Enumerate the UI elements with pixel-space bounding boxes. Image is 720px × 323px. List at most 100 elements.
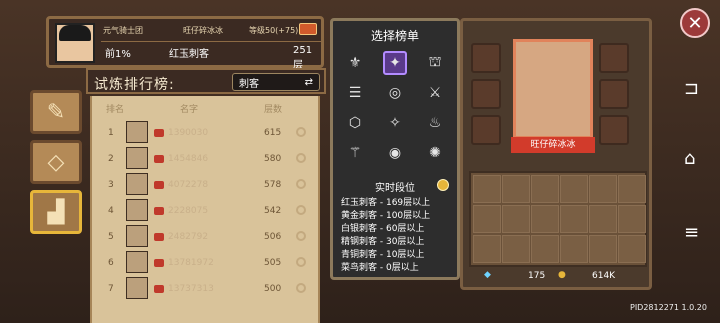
guild-name: 元气骑士团 [103,26,143,35]
table-row[interactable]: 3 4072278 578 [92,172,322,198]
version-text: 1.0.20 [681,303,707,312]
druid-icon[interactable]: ◉ [383,141,407,165]
table-row[interactable]: 6 13781972 505 [92,250,322,276]
vampire-icon[interactable]: ⚔ [423,81,447,105]
inventory-slot[interactable] [473,235,501,263]
ranger-icon[interactable]: ⛫ [423,51,447,75]
class-selector[interactable]: 刺客 ⇄ [232,73,320,91]
inventory-slot[interactable] [618,175,646,203]
inventory-slot[interactable] [560,235,588,263]
character-name: 旺仔碎冰冰 [511,137,595,153]
lock-icon [154,129,164,137]
item-slot[interactable] [599,43,629,73]
table-row[interactable]: 5 2482792 506 [92,224,322,250]
search-icon[interactable] [296,153,306,163]
header-rank: 排名 [106,105,125,115]
game-screen: ✎ ◇ ▟ 元气骑士团 旺仔碎冰冰 等级50(+75) 前1% 红玉刺客 251… [0,0,720,323]
priest-icon[interactable]: ⚚ [343,141,367,165]
inventory-slot[interactable] [589,175,617,203]
search-icon[interactable] [296,231,306,241]
inventory-slot[interactable] [618,205,646,233]
avatar [126,251,148,273]
inventory-slot[interactable] [560,175,588,203]
search-icon[interactable] [296,179,306,189]
player-tier: 红玉刺客 [169,49,209,60]
table-row[interactable]: 7 13737313 500 [92,276,322,302]
lock-icon [154,259,164,267]
header-floors: 层数 [264,105,283,115]
class-selector-label: 刺客 [239,78,259,90]
row-floors: 500 [264,284,282,294]
close-button[interactable]: ✕ [680,8,710,38]
inventory-slot[interactable] [560,205,588,233]
inventory-slot[interactable] [502,175,530,203]
row-rank: 5 [108,232,114,242]
feather-icon: ✎ [46,99,66,125]
gold-icon: ● [558,270,566,280]
podium-tab-button[interactable]: ▟ [30,190,82,234]
gem-count: 175 [528,271,546,281]
item-slot[interactable] [599,79,629,109]
diamond-icon: ◇ [47,149,65,175]
item-slot[interactable] [471,43,501,73]
feather-tab-button[interactable]: ✎ [30,90,82,134]
row-name: 4072278 [168,180,209,190]
alchemist-icon[interactable]: ☰ [343,81,367,105]
inventory-slot[interactable] [531,235,559,263]
refresh-icon: ⇄ [304,76,313,88]
select-menu: 选择榜单 ⚜ ✦ ⛫ ☰ ◎ ⚔ ⬡ ✧ ♨ ⚚ ◉ ✺ 实时段位 红玉刺客 - 169层以上 黄金刺客… [330,18,460,280]
back-button[interactable]: ⊐ [684,78,699,99]
table-row[interactable]: 4 2228075 542 [92,198,322,224]
menu-button[interactable]: ≡ [684,222,699,243]
row-floors: 580 [264,154,282,164]
close-icon: ✕ [687,12,703,34]
inventory-slot[interactable] [618,235,646,263]
search-icon[interactable] [296,257,306,267]
build-info: PID2812271 1.0.20 [630,303,707,312]
inventory-slot[interactable] [589,205,617,233]
avatar [126,199,148,221]
search-icon[interactable] [296,283,306,293]
table-header: 排名 名字 层数 [92,102,322,116]
avatar [55,23,95,63]
inventory-slot[interactable] [531,175,559,203]
werewolf-icon[interactable]: ♨ [423,111,447,135]
badge-tab-button[interactable]: ◇ [30,140,82,184]
inventory-slot[interactable] [589,235,617,263]
item-slot[interactable] [599,115,629,145]
row-floors: 615 [264,128,282,138]
berserker-icon[interactable]: ✺ [423,141,447,165]
rank-percent: 前1% [105,49,131,60]
home-button[interactable]: ⌂ [684,148,695,169]
engineer-icon[interactable]: ◎ [383,81,407,105]
avatar [126,173,148,195]
knight-icon[interactable]: ⚜ [343,51,367,75]
row-rank: 2 [108,154,114,164]
inventory-slot[interactable] [473,205,501,233]
inventory-slot[interactable] [531,205,559,233]
tier-item: 精钢刺客 - 30层以上 [341,237,425,247]
elf-icon[interactable]: ✧ [383,111,407,135]
table-row[interactable]: 1 1390030 615 [92,120,322,146]
gold-count: 614K [592,271,616,281]
character-panel: 旺仔碎冰冰 [460,18,652,290]
search-icon[interactable] [296,127,306,137]
assassin-icon[interactable]: ✦ [383,51,407,75]
podium-icon: ▟ [47,199,65,225]
avatar [126,225,148,247]
inventory-slot[interactable] [502,205,530,233]
item-slot[interactable] [471,115,501,145]
avatar [126,277,148,299]
search-icon[interactable] [296,205,306,215]
player-name: 旺仔碎冰冰 [183,26,223,35]
inventory-slot[interactable] [502,235,530,263]
table-row[interactable]: 2 1454846 580 [92,146,322,172]
row-floors: 505 [264,258,282,268]
item-slot[interactable] [471,79,501,109]
paladin-icon[interactable]: ⬡ [343,111,367,135]
row-rank: 6 [108,258,114,268]
avatar [126,147,148,169]
player-card: 元气骑士团 旺仔碎冰冰 等级50(+75) 前1% 红玉刺客 251层 [46,16,324,71]
inventory-slot[interactable] [473,175,501,203]
row-name: 13737313 [168,284,214,294]
